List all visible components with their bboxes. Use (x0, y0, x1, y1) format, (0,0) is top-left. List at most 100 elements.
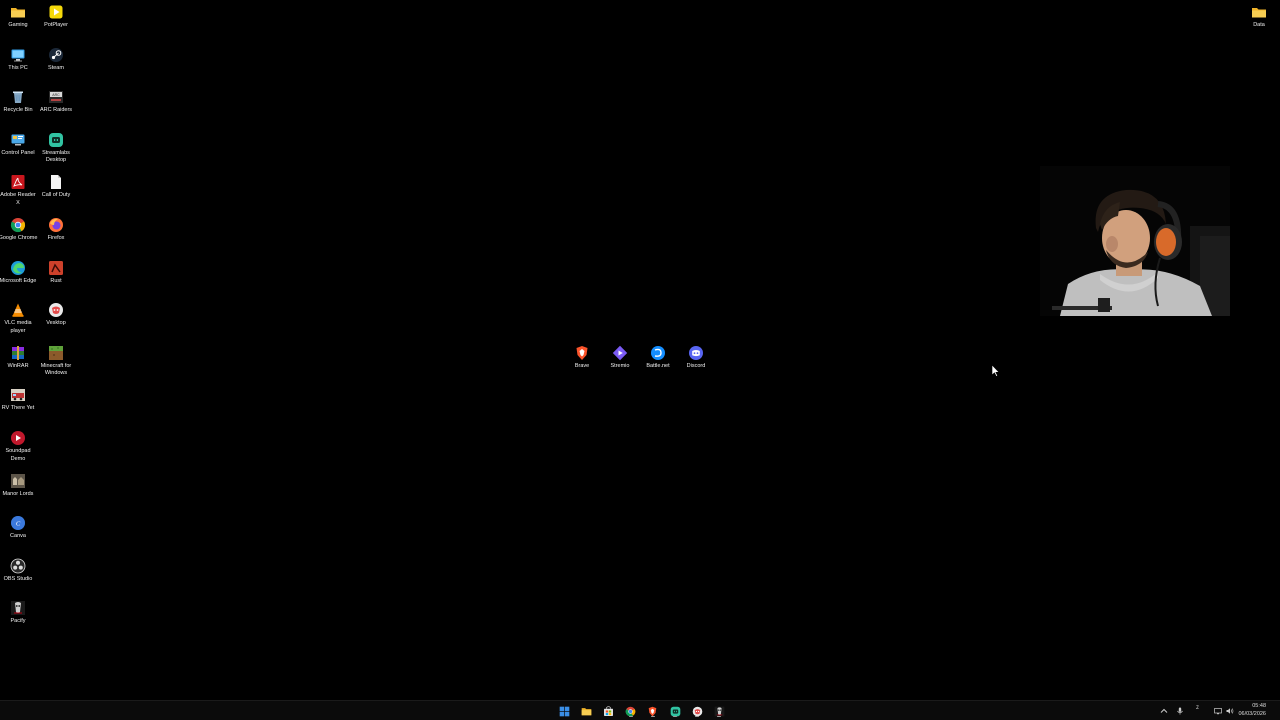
desktop-icon-vesktop[interactable]: Vesktop (36, 298, 76, 328)
soundpad-icon-wrap (10, 430, 26, 446)
stremio-icon (612, 345, 628, 361)
desktop-icon-pacify[interactable]: Pacify (0, 596, 38, 626)
steam-icon-wrap (48, 47, 64, 63)
edge-icon-wrap (10, 260, 26, 276)
streamlabs-icon (49, 132, 63, 147)
svg-text:C: C (16, 521, 21, 528)
manor-lords-icon-wrap (10, 473, 26, 489)
desktop-icon-data[interactable]: Data (1239, 0, 1279, 30)
desktop-icon-streamlabs[interactable]: Streamlabs Desktop (36, 128, 76, 165)
pacify-icon-wrap (10, 600, 26, 616)
recycle-bin-icon-wrap (10, 89, 26, 105)
svg-text:ARC: ARC (52, 93, 60, 97)
desktop-icon-rv-there-yet[interactable]: RV There Yet (0, 383, 38, 413)
desktop-icon-label: Control Panel (1, 149, 35, 156)
recycle-bin-icon (13, 91, 23, 104)
desktop-icon-label: Stremio (610, 363, 630, 369)
desktop-icon-label: Battle.net (646, 363, 670, 369)
desktop-icon-arc-raiders[interactable]: ARC ARC Raiders (36, 85, 76, 115)
tray-overflow-chevron-icon[interactable] (1159, 706, 1169, 716)
taskbar-file-explorer[interactable] (579, 704, 593, 718)
rust-icon-wrap (48, 260, 64, 276)
desktop-icon-label: Call of Duty (41, 192, 71, 199)
desktop-icon-label: Canva (10, 533, 26, 540)
desktop-icon-canva[interactable]: C Canva (0, 511, 38, 541)
desktop-icon-rust[interactable]: Rust (36, 256, 76, 286)
start-button[interactable] (557, 704, 571, 718)
running-indicator (628, 716, 633, 717)
clock-date: 06/03/2026 (1238, 710, 1266, 717)
desktop-icon-potplayer[interactable]: PotPlayer (36, 0, 76, 30)
brave-icon-wrap (574, 345, 590, 361)
desktop-icon-stremio[interactable]: Stremio (600, 341, 640, 371)
desktop-icon-soundpad[interactable]: Soundpad Demo (0, 426, 38, 463)
steam-icon (49, 47, 63, 62)
running-indicator (695, 716, 700, 717)
desktop-icon-label: Pacify (10, 618, 26, 625)
desktop-icon-label: Recycle Bin (3, 107, 33, 114)
taskbar-store[interactable] (601, 704, 615, 718)
volume-icon[interactable] (1225, 706, 1235, 716)
control-panel-icon-wrap (10, 132, 26, 148)
taskbar-pacify[interactable] (712, 704, 726, 718)
microphone-icon[interactable] (1175, 706, 1185, 716)
discord-icon (689, 346, 703, 360)
desktop-icon-manor-lords[interactable]: Manor Lords (0, 469, 38, 499)
firefox-icon (49, 218, 63, 232)
pacify-icon (11, 601, 25, 616)
desktop-icon-firefox[interactable]: Firefox (36, 213, 76, 243)
running-indicator (673, 716, 677, 717)
desktop-icon-vlc[interactable]: VLC media player (0, 298, 38, 335)
pacify-icon (714, 706, 725, 716)
desktop-icon-label: Brave (574, 363, 590, 369)
vlc-icon-wrap (10, 302, 26, 318)
taskbar-vesktop[interactable] (690, 704, 704, 718)
adobe-reader-icon (11, 175, 25, 190)
desktop-icon-steam[interactable]: Steam (36, 43, 76, 73)
desktop-icon-label: This PC (8, 64, 28, 71)
soundpad-icon (11, 431, 25, 445)
desktop-icon-label: VLC media player (4, 320, 32, 334)
adobe-reader-icon-wrap (10, 174, 26, 190)
desktop-icon-chrome[interactable]: Google Chrome (0, 213, 38, 243)
desktop-icon-edge[interactable]: Microsoft Edge (0, 256, 38, 286)
arc-raiders-icon: ARC (49, 91, 63, 104)
rv-there-yet-icon-wrap (10, 387, 26, 403)
desktop-icon-label: Minecraft for Windows (40, 362, 72, 377)
vesktop-icon (692, 706, 702, 716)
desktop-icon-label: Vesktop (46, 320, 66, 327)
network-icon[interactable] (1213, 706, 1223, 716)
discord-icon-wrap (688, 345, 704, 361)
webcam-person-image (1040, 166, 1230, 316)
taskbar-clock[interactable]: 05:48 06/03/2026 (1238, 703, 1266, 718)
desktop-icon-adobe-reader[interactable]: Adobe Reader X (0, 170, 38, 207)
obs-icon-wrap (10, 558, 26, 574)
folder-icon-wrap (10, 4, 26, 20)
desktop-icon-gaming[interactable]: Gaming (0, 0, 38, 30)
chrome-icon (625, 706, 636, 716)
potplayer-icon (49, 5, 63, 19)
folder-icon (1252, 8, 1266, 18)
vlc-icon (12, 303, 24, 317)
tray-ime-indicator[interactable]: z (1196, 705, 1199, 711)
desktop-icon-this-pc[interactable]: This PC (0, 43, 38, 73)
taskbar-brave[interactable] (646, 704, 660, 718)
desktop-icon-battlenet[interactable]: Battle.net (638, 341, 678, 371)
potplayer-icon-wrap (48, 4, 64, 20)
taskbar-streamlabs[interactable] (668, 704, 682, 718)
desktop-icon-label: Google Chrome (0, 235, 38, 241)
desktop-icon-winrar[interactable]: WinRAR (0, 341, 38, 371)
desktop-icon-brave[interactable]: Brave (562, 341, 602, 371)
desktop-icon-obs[interactable]: OBS Studio (0, 554, 38, 584)
battlenet-icon-wrap (650, 345, 666, 361)
desktop-icon-discord[interactable]: Discord (676, 341, 716, 371)
rust-icon (49, 260, 63, 275)
desktop-icon-recycle-bin[interactable]: Recycle Bin (0, 85, 38, 115)
document-icon-wrap (48, 174, 64, 190)
desktop-icon-control-panel[interactable]: Control Panel (0, 128, 38, 158)
taskbar-chrome[interactable] (624, 704, 638, 718)
desktop-icon-call-of-duty[interactable]: Call of Duty (36, 170, 76, 200)
file-explorer-icon (581, 707, 591, 715)
desktop-icon-minecraft[interactable]: Minecraft for Windows (36, 341, 76, 378)
canva-icon: C (11, 516, 25, 531)
